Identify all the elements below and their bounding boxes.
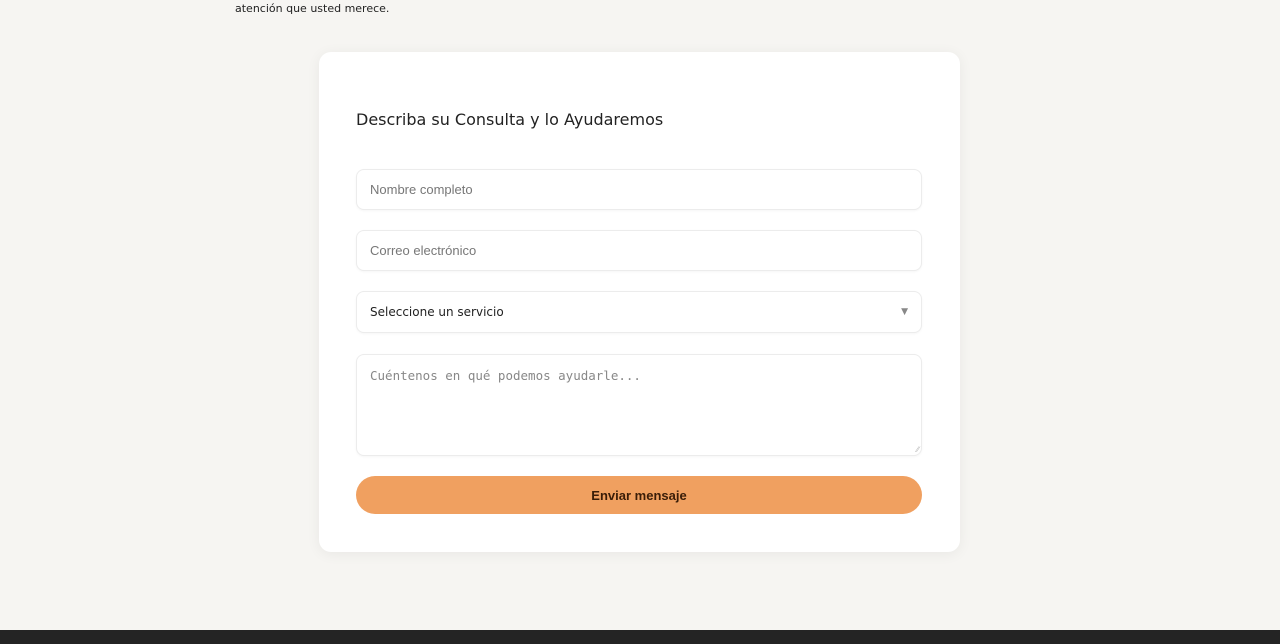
resize-handle-icon[interactable]: ⁄⁄ [916, 445, 919, 454]
footer-bar [0, 630, 1280, 644]
email-input[interactable]: Correo electrónico [356, 230, 922, 271]
service-selected-value: Seleccione un servicio [370, 305, 504, 319]
service-select[interactable]: Seleccione un servicio ▼ [356, 291, 922, 333]
chevron-down-icon: ▼ [901, 307, 908, 317]
submit-button[interactable]: Enviar mensaje [356, 476, 922, 514]
message-placeholder: Cuéntenos en qué podemos ayudarle... [370, 368, 641, 383]
message-textarea[interactable]: Cuéntenos en qué podemos ayudarle... ⁄⁄ [356, 354, 922, 456]
contact-form-card: Describa su Consulta y lo Ayudaremos Nom… [319, 52, 960, 552]
full-name-input[interactable]: Nombre completo [356, 169, 922, 210]
email-placeholder: Correo electrónico [370, 243, 477, 258]
full-name-placeholder: Nombre completo [370, 182, 473, 197]
form-title: Describa su Consulta y lo Ayudaremos [356, 110, 664, 129]
intro-text: atención que usted merece. [235, 2, 390, 15]
